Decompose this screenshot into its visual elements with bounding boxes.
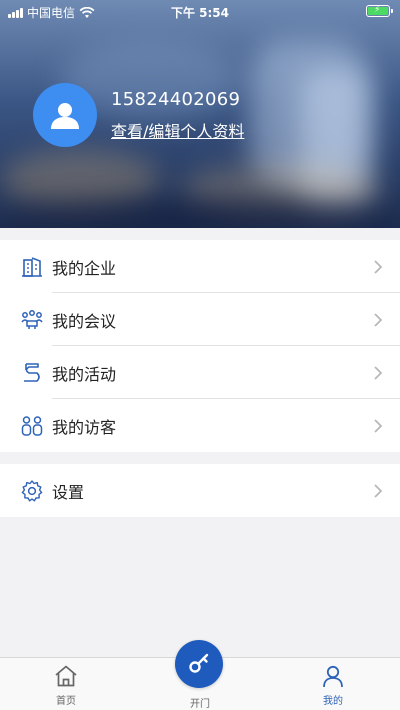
avatar[interactable] [33, 83, 97, 147]
menu-item-label: 我的会议 [52, 311, 117, 331]
activity-icon [24, 363, 40, 382]
battery-icon: ⚡ [366, 5, 393, 17]
open-door-button[interactable] [175, 640, 223, 688]
tab-mine[interactable]: 我的 [293, 664, 373, 707]
user-avatar-icon [51, 103, 79, 129]
menu-item-meetings[interactable]: 我的会议 [0, 293, 400, 346]
menu-item-settings[interactable]: 设置 [0, 464, 400, 517]
chevron-right-icon [374, 366, 383, 380]
tab-mine-label: 我的 [323, 696, 343, 707]
visitors-icon [21, 416, 43, 436]
chevron-right-icon [374, 484, 383, 498]
building-icon [22, 257, 42, 277]
menu-item-enterprise[interactable]: 我的企业 [0, 240, 400, 293]
menu-item-activities[interactable]: 我的活动 [0, 346, 400, 399]
edit-profile-link[interactable]: 查看/编辑个人资料 [111, 118, 244, 142]
profile-header: 中国电信 下午 5:54 ⚡ 15824402069 查看/编辑个人资料 [0, 0, 400, 228]
menu-item-label: 我的企业 [52, 258, 117, 278]
chevron-right-icon [374, 313, 383, 327]
chevron-right-icon [374, 419, 383, 433]
meeting-icon [21, 310, 43, 329]
menu-list: 我的企业 我的会议 我的活动 我的访客 [0, 240, 400, 452]
open-door-label: 开门 [190, 699, 210, 710]
status-time: 下午 5:54 [170, 6, 230, 20]
tab-home[interactable]: 首页 [26, 664, 106, 707]
tab-home-label: 首页 [56, 696, 76, 707]
gear-icon [21, 480, 43, 502]
status-bar: 中国电信 下午 5:54 ⚡ [0, 0, 400, 22]
person-icon [323, 665, 343, 688]
settings-label: 设置 [52, 482, 85, 502]
menu-item-visitors[interactable]: 我的访客 [0, 399, 400, 452]
home-icon [55, 665, 77, 687]
menu-item-label: 我的访客 [52, 417, 117, 437]
menu-item-label: 我的活动 [52, 364, 117, 384]
user-phone: 15824402069 [111, 89, 241, 110]
key-icon [189, 653, 209, 673]
chevron-right-icon [374, 260, 383, 274]
